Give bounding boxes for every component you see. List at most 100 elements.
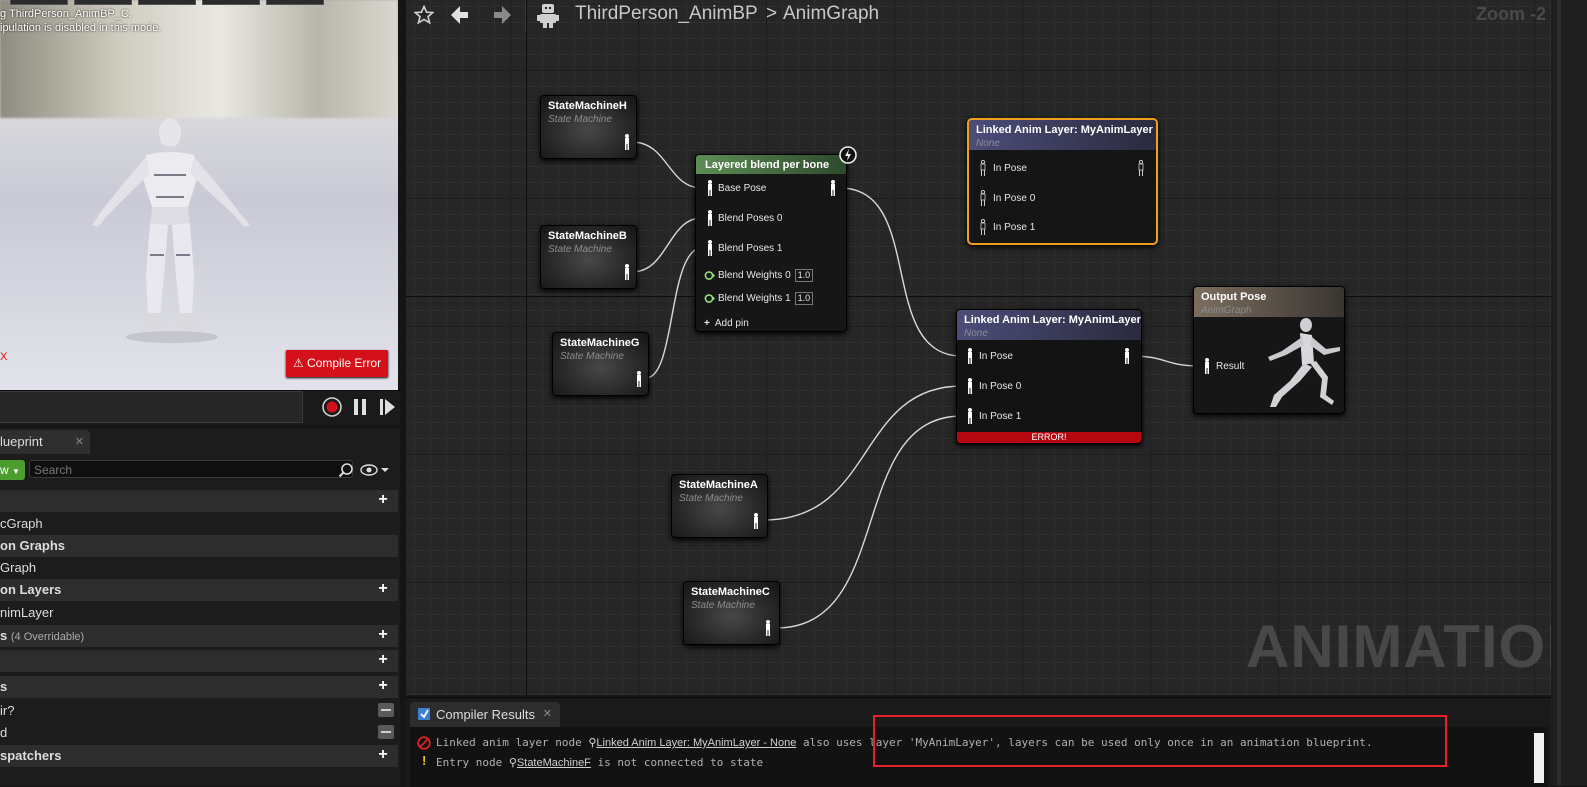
pose-pin-icon[interactable]: [706, 180, 714, 196]
float-pin-icon[interactable]: [704, 270, 715, 281]
graph-scrollbar[interactable]: [1557, 0, 1561, 786]
star-bookmark-icon[interactable]: [414, 5, 434, 25]
blueprint-search-input[interactable]: Search: [29, 460, 353, 478]
add-layer-plus-icon[interactable]: +: [376, 581, 390, 597]
messages-scrollbar[interactable]: [1534, 733, 1544, 783]
list-item-variable-2[interactable]: d: [0, 722, 398, 744]
forward-arrow-icon[interactable]: [492, 4, 512, 26]
anim-graph-canvas[interactable]: StateMachineH State Machine StateMachine…: [406, 0, 1551, 695]
variable-type-icon: [378, 725, 394, 739]
message-text: Linked anim layer node: [436, 736, 582, 749]
node-linked-anim-layer-selected[interactable]: Linked Anim Layer: MyAnimLayer None In P…: [967, 118, 1158, 245]
node-title: Layered blend per bone: [696, 155, 846, 174]
section-variables[interactable]: s +: [0, 676, 398, 698]
node-linked-anim-layer-error[interactable]: Linked Anim Layer: MyAnimLayer None In P…: [956, 309, 1142, 444]
record-button-icon[interactable]: [322, 397, 342, 417]
node-subtitle: None: [964, 328, 988, 339]
add-graph-plus-icon[interactable]: +: [376, 492, 390, 508]
message-node-link[interactable]: Linked Anim Layer: MyAnimLayer - None: [596, 737, 796, 749]
blend-weight-0-value[interactable]: 1.0: [794, 269, 814, 282]
add-new-button[interactable]: w ▼: [0, 460, 25, 480]
pose-pin-icon[interactable]: [1203, 358, 1211, 374]
list-item-label: ir?: [0, 703, 15, 718]
section-label: s: [0, 679, 8, 694]
node-state-machine-c[interactable]: StateMachineC State Machine: [683, 581, 780, 645]
message-node-link[interactable]: StateMachineF: [517, 757, 591, 769]
back-arrow-icon[interactable]: [450, 4, 470, 26]
node-error-banner: ERROR!: [957, 432, 1141, 443]
timeline-scrubber[interactable]: [0, 391, 303, 423]
list-item-label: Graph: [0, 560, 37, 575]
tab-compiler-results[interactable]: Compiler Results ✕: [410, 702, 560, 727]
section-animation-layers[interactable]: on Layers +: [0, 579, 398, 601]
node-subtitle: None: [976, 138, 1000, 149]
pose-pin-icon[interactable]: [966, 408, 974, 424]
compile-error-label: Compile Error: [307, 356, 382, 370]
add-pin-button[interactable]: + Add pin: [704, 318, 749, 329]
animation-preview-viewport[interactable]: g ThirdPerson_AnimBP_C. ipulation is dis…: [0, 0, 398, 390]
pose-pin-icon-hollow[interactable]: [979, 160, 987, 176]
list-item-animgraph[interactable]: cGraph: [0, 513, 398, 535]
section-macros[interactable]: +: [0, 650, 398, 672]
pin-blend-weights-0: Blend Weights 0 1.0: [718, 269, 814, 282]
compile-error-badge[interactable]: ⚠ Compile Error: [286, 350, 388, 377]
list-item-myanimlayer[interactable]: nimLayer: [0, 602, 398, 624]
pose-pin-icon[interactable]: [966, 378, 974, 394]
section-graphs[interactable]: +: [0, 490, 398, 512]
section-animation-graphs[interactable]: on Graphs: [0, 535, 398, 557]
pose-pin-icon[interactable]: [1123, 348, 1131, 364]
pose-pin-icon-hollow[interactable]: [979, 219, 987, 235]
pose-pin-icon[interactable]: [829, 180, 837, 196]
node-state-machine-b[interactable]: StateMachineB State Machine: [540, 225, 637, 289]
blend-weight-1-value[interactable]: 1.0: [794, 292, 814, 305]
pose-pin-icon[interactable]: [752, 513, 760, 529]
node-output-pose[interactable]: Output Pose AnimGraph Result: [1193, 286, 1345, 414]
list-item-label: d: [0, 725, 8, 740]
node-state-machine-a[interactable]: StateMachineA State Machine: [671, 474, 768, 538]
viewport-info-line-1: g ThirdPerson_AnimBP_C.: [0, 8, 132, 20]
breadcrumb-animgraph[interactable]: AnimGraph: [783, 3, 879, 25]
node-layered-blend-per-bone[interactable]: Layered blend per bone Base Pose Blend P…: [695, 154, 847, 332]
add-macro-plus-icon[interactable]: +: [376, 652, 390, 668]
tab-my-blueprint[interactable]: lueprint ✕: [0, 430, 90, 454]
eye-visibility-icon[interactable]: [360, 462, 390, 478]
breadcrumb-separator: >: [766, 3, 778, 24]
viewport-toolbar: [0, 0, 398, 6]
add-variable-plus-icon[interactable]: +: [376, 678, 390, 694]
node-state-machine-g[interactable]: StateMachineG State Machine: [552, 332, 649, 396]
warning-icon: !: [422, 753, 427, 768]
section-label: on Graphs: [0, 538, 66, 553]
section-event-dispatchers[interactable]: spatchers +: [0, 745, 398, 767]
float-pin-icon[interactable]: [704, 293, 715, 304]
mannequin-character: [92, 118, 250, 343]
add-dispatcher-plus-icon[interactable]: +: [376, 747, 390, 763]
close-icon[interactable]: ✕: [75, 430, 84, 454]
breadcrumb-blueprint[interactable]: ThirdPerson_AnimBP: [575, 3, 758, 25]
list-item-variable-1[interactable]: ir?: [0, 700, 398, 722]
node-state-machine-h[interactable]: StateMachineH State Machine: [540, 95, 637, 159]
close-icon[interactable]: ✕: [543, 702, 552, 727]
node-subtitle: State Machine: [560, 351, 624, 362]
pose-pin-icon[interactable]: [966, 348, 974, 364]
message-text: Entry node: [436, 756, 503, 769]
pose-pin-icon-hollow[interactable]: [979, 190, 987, 206]
warning-icon: ⚠: [292, 356, 304, 370]
search-icon[interactable]: [338, 462, 354, 478]
viewport-info-line-2: ipulation is disabled in this mode.: [0, 22, 162, 34]
step-forward-button-icon[interactable]: [377, 397, 397, 417]
pose-pin-icon[interactable]: [635, 371, 643, 387]
pose-pin-icon[interactable]: [706, 240, 714, 256]
node-subtitle: State Machine: [548, 244, 612, 255]
section-functions[interactable]: s (4 Overridable) +: [0, 625, 398, 647]
pose-pin-icon[interactable]: [706, 210, 714, 226]
list-item-graph[interactable]: Graph: [0, 557, 398, 579]
pause-button-icon[interactable]: [350, 397, 370, 417]
pose-pin-icon-hollow[interactable]: [1137, 160, 1145, 176]
pose-pin-icon[interactable]: [623, 134, 631, 150]
compiler-message-warning: Entry node ⚲StateMachineF is not connect…: [436, 756, 763, 769]
add-function-plus-icon[interactable]: +: [376, 627, 390, 643]
pin-in-pose-1: In Pose 1: [979, 411, 1022, 422]
pose-pin-icon[interactable]: [764, 620, 772, 636]
pose-pin-icon[interactable]: [623, 264, 631, 280]
graph-toolbar: ThirdPerson_AnimBP > AnimGraph: [406, 0, 1556, 32]
